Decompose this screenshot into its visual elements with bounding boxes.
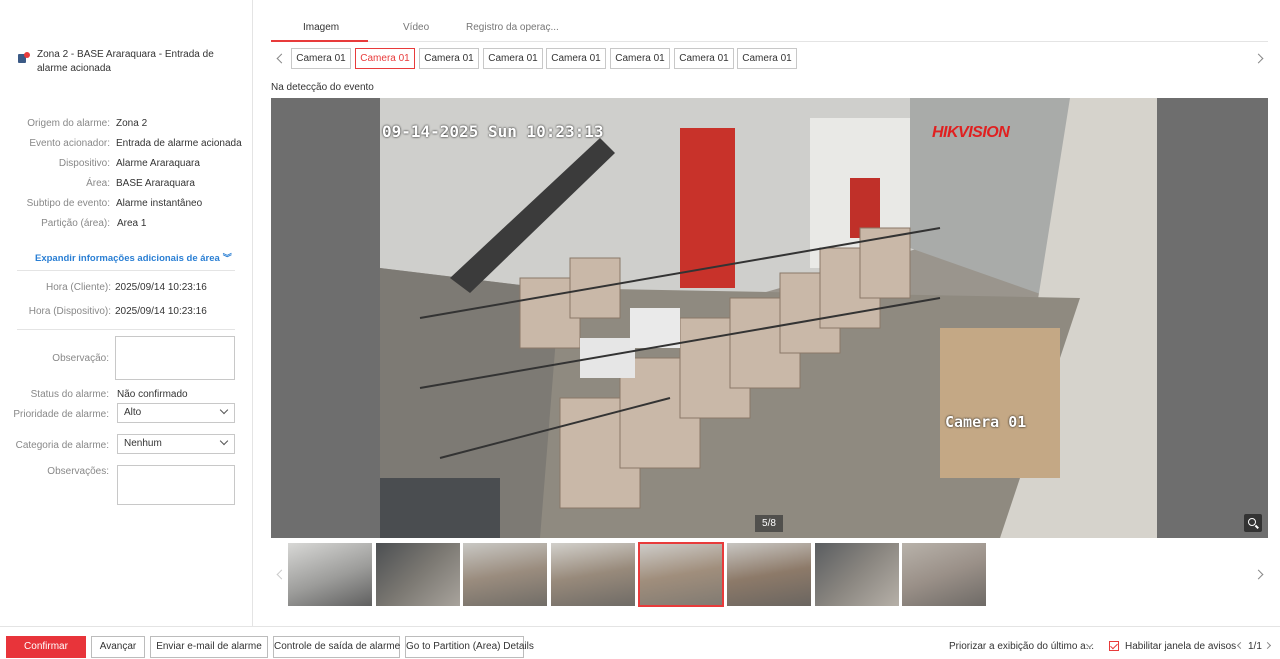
hikvision-logo: HIKVISION	[932, 124, 1010, 141]
thumbnail-2[interactable]	[376, 543, 460, 606]
camera-button[interactable]: Camera 01	[291, 48, 351, 69]
priority-select[interactable]: Alto	[117, 403, 235, 423]
divider	[17, 270, 235, 271]
chevron-down-icon	[219, 436, 229, 446]
page-prev-icon[interactable]	[1236, 641, 1245, 650]
media-tabs: Imagem Vídeo Registro da operaç...	[271, 18, 1268, 42]
observacoes-label: Observações:	[47, 466, 109, 477]
alarm-device-icon	[18, 52, 30, 64]
zoom-in-icon[interactable]	[1244, 514, 1262, 532]
page-next-icon[interactable]	[1263, 641, 1272, 650]
confirm-button[interactable]: Confirmar	[6, 636, 86, 658]
detail-row-origem: Origem do alarme: Zona 2	[27, 118, 148, 129]
expand-area-info-link[interactable]: Expandir informações adicionais de área ︾	[35, 251, 232, 264]
status-label: Status do alarme:	[30, 389, 109, 400]
camera-next-icon[interactable]	[1253, 53, 1264, 64]
camera-button[interactable]: Camera 01	[419, 48, 479, 69]
camera-button[interactable]: Camera 01	[674, 48, 734, 69]
status-value: Não confirmado	[117, 389, 188, 400]
observacao-field[interactable]	[115, 336, 235, 380]
alarm-title: Zona 2 - BASE Araraquara - Entrada de al…	[37, 49, 214, 74]
thumb-next-icon[interactable]	[1253, 569, 1264, 580]
thumbnail-1[interactable]	[288, 543, 372, 606]
action-bar: Confirmar Avançar Enviar e-mail de alarm…	[0, 626, 1280, 659]
tab-video[interactable]: Vídeo	[403, 22, 429, 33]
thumbnail-3[interactable]	[463, 543, 547, 606]
alarm-details-panel: Zona 2 - BASE Araraquara - Entrada de al…	[0, 0, 253, 626]
camera-prev-icon[interactable]	[276, 53, 287, 64]
osd-camera-name: Camera 01	[945, 413, 1027, 431]
category-label: Categoria de alarme:	[15, 440, 109, 451]
thumbnail-8[interactable]	[902, 543, 986, 606]
observacao-label: Observação:	[52, 353, 109, 364]
time-row-cliente: Hora (Cliente): 2025/09/14 10:23:16	[45, 282, 207, 293]
camera-button[interactable]: Camera 01	[483, 48, 543, 69]
tab-imagem[interactable]: Imagem	[303, 22, 339, 33]
priority-display-select[interactable]: Priorizar a exibição do último a...	[949, 641, 1094, 652]
time-row-dispositivo: Hora (Dispositivo): 2025/09/14 10:23:16	[28, 306, 207, 317]
image-viewer: 09-14-2025 Sun 10:23:13 HIKVISION Camera…	[271, 98, 1268, 538]
active-tab-indicator	[271, 40, 368, 42]
tab-registro[interactable]: Registro da operaç...	[466, 22, 559, 33]
alarm-header: Zona 2 - BASE Araraquara - Entrada de al…	[18, 48, 243, 76]
thumb-prev-icon[interactable]	[276, 569, 287, 580]
thumbnail-7[interactable]	[815, 543, 899, 606]
thumbnail-5-selected[interactable]	[638, 542, 724, 607]
snapshot-image: 09-14-2025 Sun 10:23:13 HIKVISION Camera…	[380, 98, 1157, 538]
enable-window-checkbox[interactable]	[1109, 641, 1119, 651]
osd-timestamp: 09-14-2025 Sun 10:23:13	[382, 122, 604, 141]
category-select[interactable]: Nenhum	[117, 434, 235, 454]
thumbnail-6[interactable]	[727, 543, 811, 606]
camera-button[interactable]: Camera 01	[610, 48, 670, 69]
observacoes-field[interactable]	[117, 465, 235, 505]
detail-row-area: Área: BASE Araraquara	[86, 178, 195, 189]
detection-label: Na detecção do evento	[271, 82, 374, 93]
priority-label: Prioridade de alarme:	[13, 409, 109, 420]
enable-window-label: Habilitar janela de avisos	[1125, 641, 1237, 652]
camera-button-active[interactable]: Camera 01	[355, 48, 415, 69]
alarm-output-button[interactable]: Controle de saída de alarme	[273, 636, 400, 658]
detail-row-particao: Partição (área): Area 1	[41, 218, 147, 229]
thumbnail-4[interactable]	[551, 543, 635, 606]
advance-button[interactable]: Avançar	[91, 636, 145, 658]
page-indicator: 1/1	[1248, 641, 1262, 652]
detail-row-evento: Evento acionador: Entrada de alarme acio…	[29, 138, 242, 149]
partition-details-button[interactable]: Go to Partition (Area) Details	[405, 636, 534, 658]
image-counter: 5/8	[755, 515, 783, 532]
divider	[17, 329, 235, 330]
camera-button[interactable]: Camera 01	[737, 48, 797, 69]
camera-button[interactable]: Camera 01	[546, 48, 606, 69]
chevron-down-icon	[219, 405, 229, 415]
detail-row-subtipo: Subtipo de evento: Alarme instantâneo	[26, 198, 203, 209]
double-chevron-down-icon: ︾	[222, 253, 232, 263]
send-email-button[interactable]: Enviar e-mail de alarme	[150, 636, 268, 658]
detail-row-dispositivo: Dispositivo: Alarme Araraquara	[58, 158, 200, 169]
